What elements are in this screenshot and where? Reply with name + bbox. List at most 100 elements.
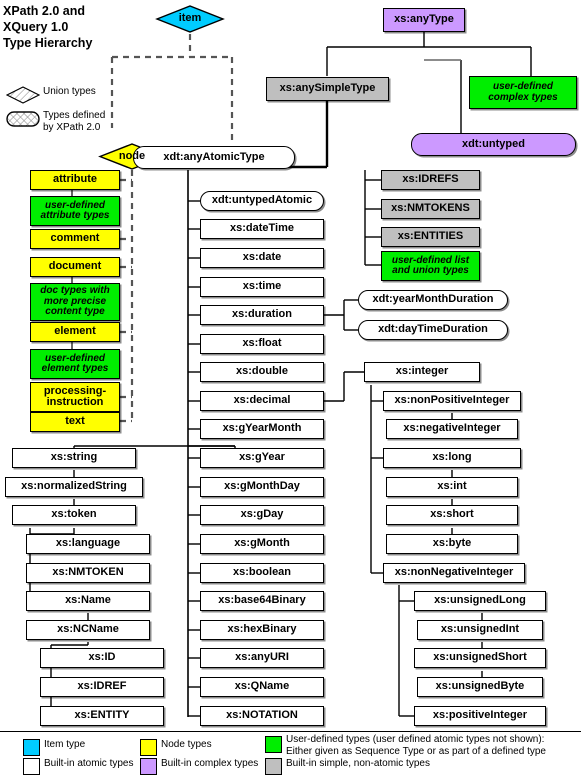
node-xs-idrefs[interactable]: xs:IDREFS — [381, 170, 480, 190]
node-xs-entities[interactable]: xs:ENTITIES — [381, 227, 480, 247]
node-xs-integer[interactable]: xs:integer — [364, 362, 480, 382]
node-xs-normalizedstring[interactable]: xs:normalizedString — [5, 477, 143, 497]
node-xs-gmonthday-label: xs:gMonthDay — [224, 480, 300, 493]
node-xs-unsignedshort-label: xs:unsignedShort — [433, 651, 527, 664]
node-xdt-untyped[interactable]: xdt:untyped — [411, 133, 576, 156]
node-xs-hexbinary[interactable]: xs:hexBinary — [200, 620, 324, 640]
node-comment[interactable]: comment — [30, 229, 120, 249]
node-xs-language-label: xs:language — [55, 537, 121, 550]
node-xs-positiveinteger[interactable]: xs:positiveInteger — [414, 706, 546, 726]
node-xs-gday-label: xs:gDay — [240, 508, 284, 521]
legend-shape-xpath2-types: Types defined by XPath 2.0 — [6, 110, 136, 142]
node-xs-time[interactable]: xs:time — [200, 277, 324, 297]
legend-label-item-type: Item type — [44, 739, 86, 750]
node-xs-gmonthday[interactable]: xs:gMonthDay — [200, 477, 324, 497]
node-xs-notation[interactable]: xs:NOTATION — [200, 706, 324, 726]
node-xdt-daytimeduration-label: xdt:dayTimeDuration — [378, 323, 488, 336]
node-xs-gyearmonth-label: xs:gYearMonth — [222, 422, 302, 435]
node-xs-ncname[interactable]: xs:NCName — [26, 620, 150, 640]
node-xs-anyuri[interactable]: xs:anyURI — [200, 648, 324, 668]
node-xs-negativeinteger[interactable]: xs:negativeInteger — [386, 419, 518, 439]
node-xs-gyear[interactable]: xs:gYear — [200, 448, 324, 468]
legend-shape-union-label: Union types — [43, 86, 96, 97]
node-xs-language[interactable]: xs:language — [26, 534, 150, 554]
node-xs-float[interactable]: xs:float — [200, 334, 324, 354]
node-xs-nonnegativeinteger[interactable]: xs:nonNegativeInteger — [383, 563, 525, 583]
node-xs-byte[interactable]: xs:byte — [386, 534, 518, 554]
node-xs-gyearmonth[interactable]: xs:gYearMonth — [200, 419, 324, 439]
node-xs-nmtokens[interactable]: xs:NMTOKENS — [381, 199, 480, 219]
node-xs-string[interactable]: xs:string — [12, 448, 136, 468]
node-document-label: document — [48, 260, 102, 273]
node-xdt-anyatomictype-label: xdt:anyAtomicType — [163, 150, 265, 163]
node-xs-anytype[interactable]: xs:anyType — [383, 8, 465, 32]
node-xs-anysimpletype[interactable]: xs:anySimpleType — [266, 77, 389, 101]
diamond-hatched-icon — [5, 86, 41, 104]
node-node-label: node — [118, 149, 146, 162]
node-xs-nmtoken[interactable]: xs:NMTOKEN — [26, 563, 150, 583]
node-xs-nonpositiveinteger[interactable]: xs:nonPositiveInteger — [383, 391, 521, 411]
node-xdt-yearmonthduration[interactable]: xdt:yearMonthDuration — [358, 290, 508, 310]
node-xs-token-label: xs:token — [51, 508, 97, 521]
node-xs-long[interactable]: xs:long — [383, 448, 521, 468]
node-xs-name[interactable]: xs:Name — [26, 591, 150, 611]
node-xs-gday[interactable]: xs:gDay — [200, 505, 324, 525]
node-xs-string-label: xs:string — [50, 451, 98, 464]
title-line-1: XPath 2.0 and — [3, 4, 85, 18]
node-user-defined-element-types[interactable]: user-defined element types — [30, 349, 120, 379]
node-xs-unsignedint-label: xs:unsignedInt — [440, 623, 520, 636]
node-xs-decimal[interactable]: xs:decimal — [200, 391, 324, 411]
node-user-defined-attribute-types[interactable]: user-defined attribute types — [30, 196, 120, 226]
node-attribute[interactable]: attribute — [30, 170, 120, 190]
node-xs-id[interactable]: xs:ID — [40, 648, 164, 668]
node-xs-entity[interactable]: xs:ENTITY — [40, 706, 164, 726]
node-xs-negativeinteger-label: xs:negativeInteger — [403, 422, 501, 435]
node-xs-entity-label: xs:ENTITY — [74, 709, 130, 722]
node-document[interactable]: document — [30, 257, 120, 277]
node-xs-unsignedlong-label: xs:unsignedLong — [434, 594, 526, 607]
node-attribute-label: attribute — [53, 173, 97, 186]
node-xs-unsignedint[interactable]: xs:unsignedInt — [417, 620, 543, 640]
node-text[interactable]: text — [30, 412, 120, 432]
udc-line2: complex types — [488, 91, 558, 103]
node-xs-short[interactable]: xs:short — [386, 505, 518, 525]
node-xs-nonpositiveinteger-label: xs:nonPositiveInteger — [394, 394, 510, 407]
node-xs-nonnegativeinteger-label: xs:nonNegativeInteger — [394, 566, 514, 579]
node-xs-idref[interactable]: xs:IDREF — [40, 677, 164, 697]
node-xs-qname[interactable]: xs:QName — [200, 677, 324, 697]
node-xs-boolean[interactable]: xs:boolean — [200, 563, 324, 583]
node-xs-nmtokens-label: xs:NMTOKENS — [391, 202, 470, 215]
node-xs-datetime-label: xs:dateTime — [230, 222, 294, 235]
node-item-label: item — [178, 12, 202, 25]
node-xdt-untypedatomic[interactable]: xdt:untypedAtomic — [200, 191, 324, 211]
node-xs-unsignedbyte[interactable]: xs:unsignedByte — [417, 677, 543, 697]
node-xs-unsignedlong[interactable]: xs:unsignedLong — [414, 591, 546, 611]
node-xs-gmonth[interactable]: xs:gMonth — [200, 534, 324, 554]
node-xs-int[interactable]: xs:int — [386, 477, 518, 497]
node-element[interactable]: element — [30, 322, 120, 342]
node-xs-double[interactable]: xs:double — [200, 362, 324, 382]
title-line-3: Type Hierarchy — [3, 35, 93, 50]
node-xs-base64binary[interactable]: xs:base64Binary — [200, 591, 324, 611]
node-item[interactable]: item — [155, 4, 225, 34]
udlu-line1: user-defined list — [391, 254, 470, 266]
node-processing-instruction[interactable]: processing- instruction — [30, 382, 120, 412]
doct-line3: content type — [45, 306, 105, 318]
node-xdt-daytimeduration[interactable]: xdt:dayTimeDuration — [358, 320, 508, 340]
node-user-defined-list-union-types[interactable]: user-defined list and union types — [381, 251, 480, 281]
node-xs-long-label: xs:long — [432, 451, 472, 464]
node-xdt-anyatomictype[interactable]: xdt:anyAtomicType — [133, 146, 295, 169]
node-xs-datetime[interactable]: xs:dateTime — [200, 219, 324, 239]
node-xs-unsignedshort[interactable]: xs:unsignedShort — [414, 648, 546, 668]
udlu-line2: and union types — [392, 265, 469, 276]
node-xs-date[interactable]: xs:date — [200, 248, 324, 268]
node-doc-types-precise-content[interactable]: doc types with more precise content type — [30, 283, 120, 321]
node-user-defined-complex-types[interactable]: user-defined complex types — [469, 76, 577, 109]
node-xs-duration[interactable]: xs:duration — [200, 305, 324, 325]
node-xdt-untyped-label: xdt:untyped — [462, 137, 525, 150]
node-xs-anysimpletype-label: xs:anySimpleType — [279, 82, 376, 95]
legend-shape-xpath2-line2: by XPath 2.0 — [43, 121, 101, 133]
node-xs-gmonth-label: xs:gMonth — [234, 537, 290, 550]
node-xs-token[interactable]: xs:token — [12, 505, 136, 525]
node-xs-nmtoken-label: xs:NMTOKEN — [52, 566, 124, 579]
